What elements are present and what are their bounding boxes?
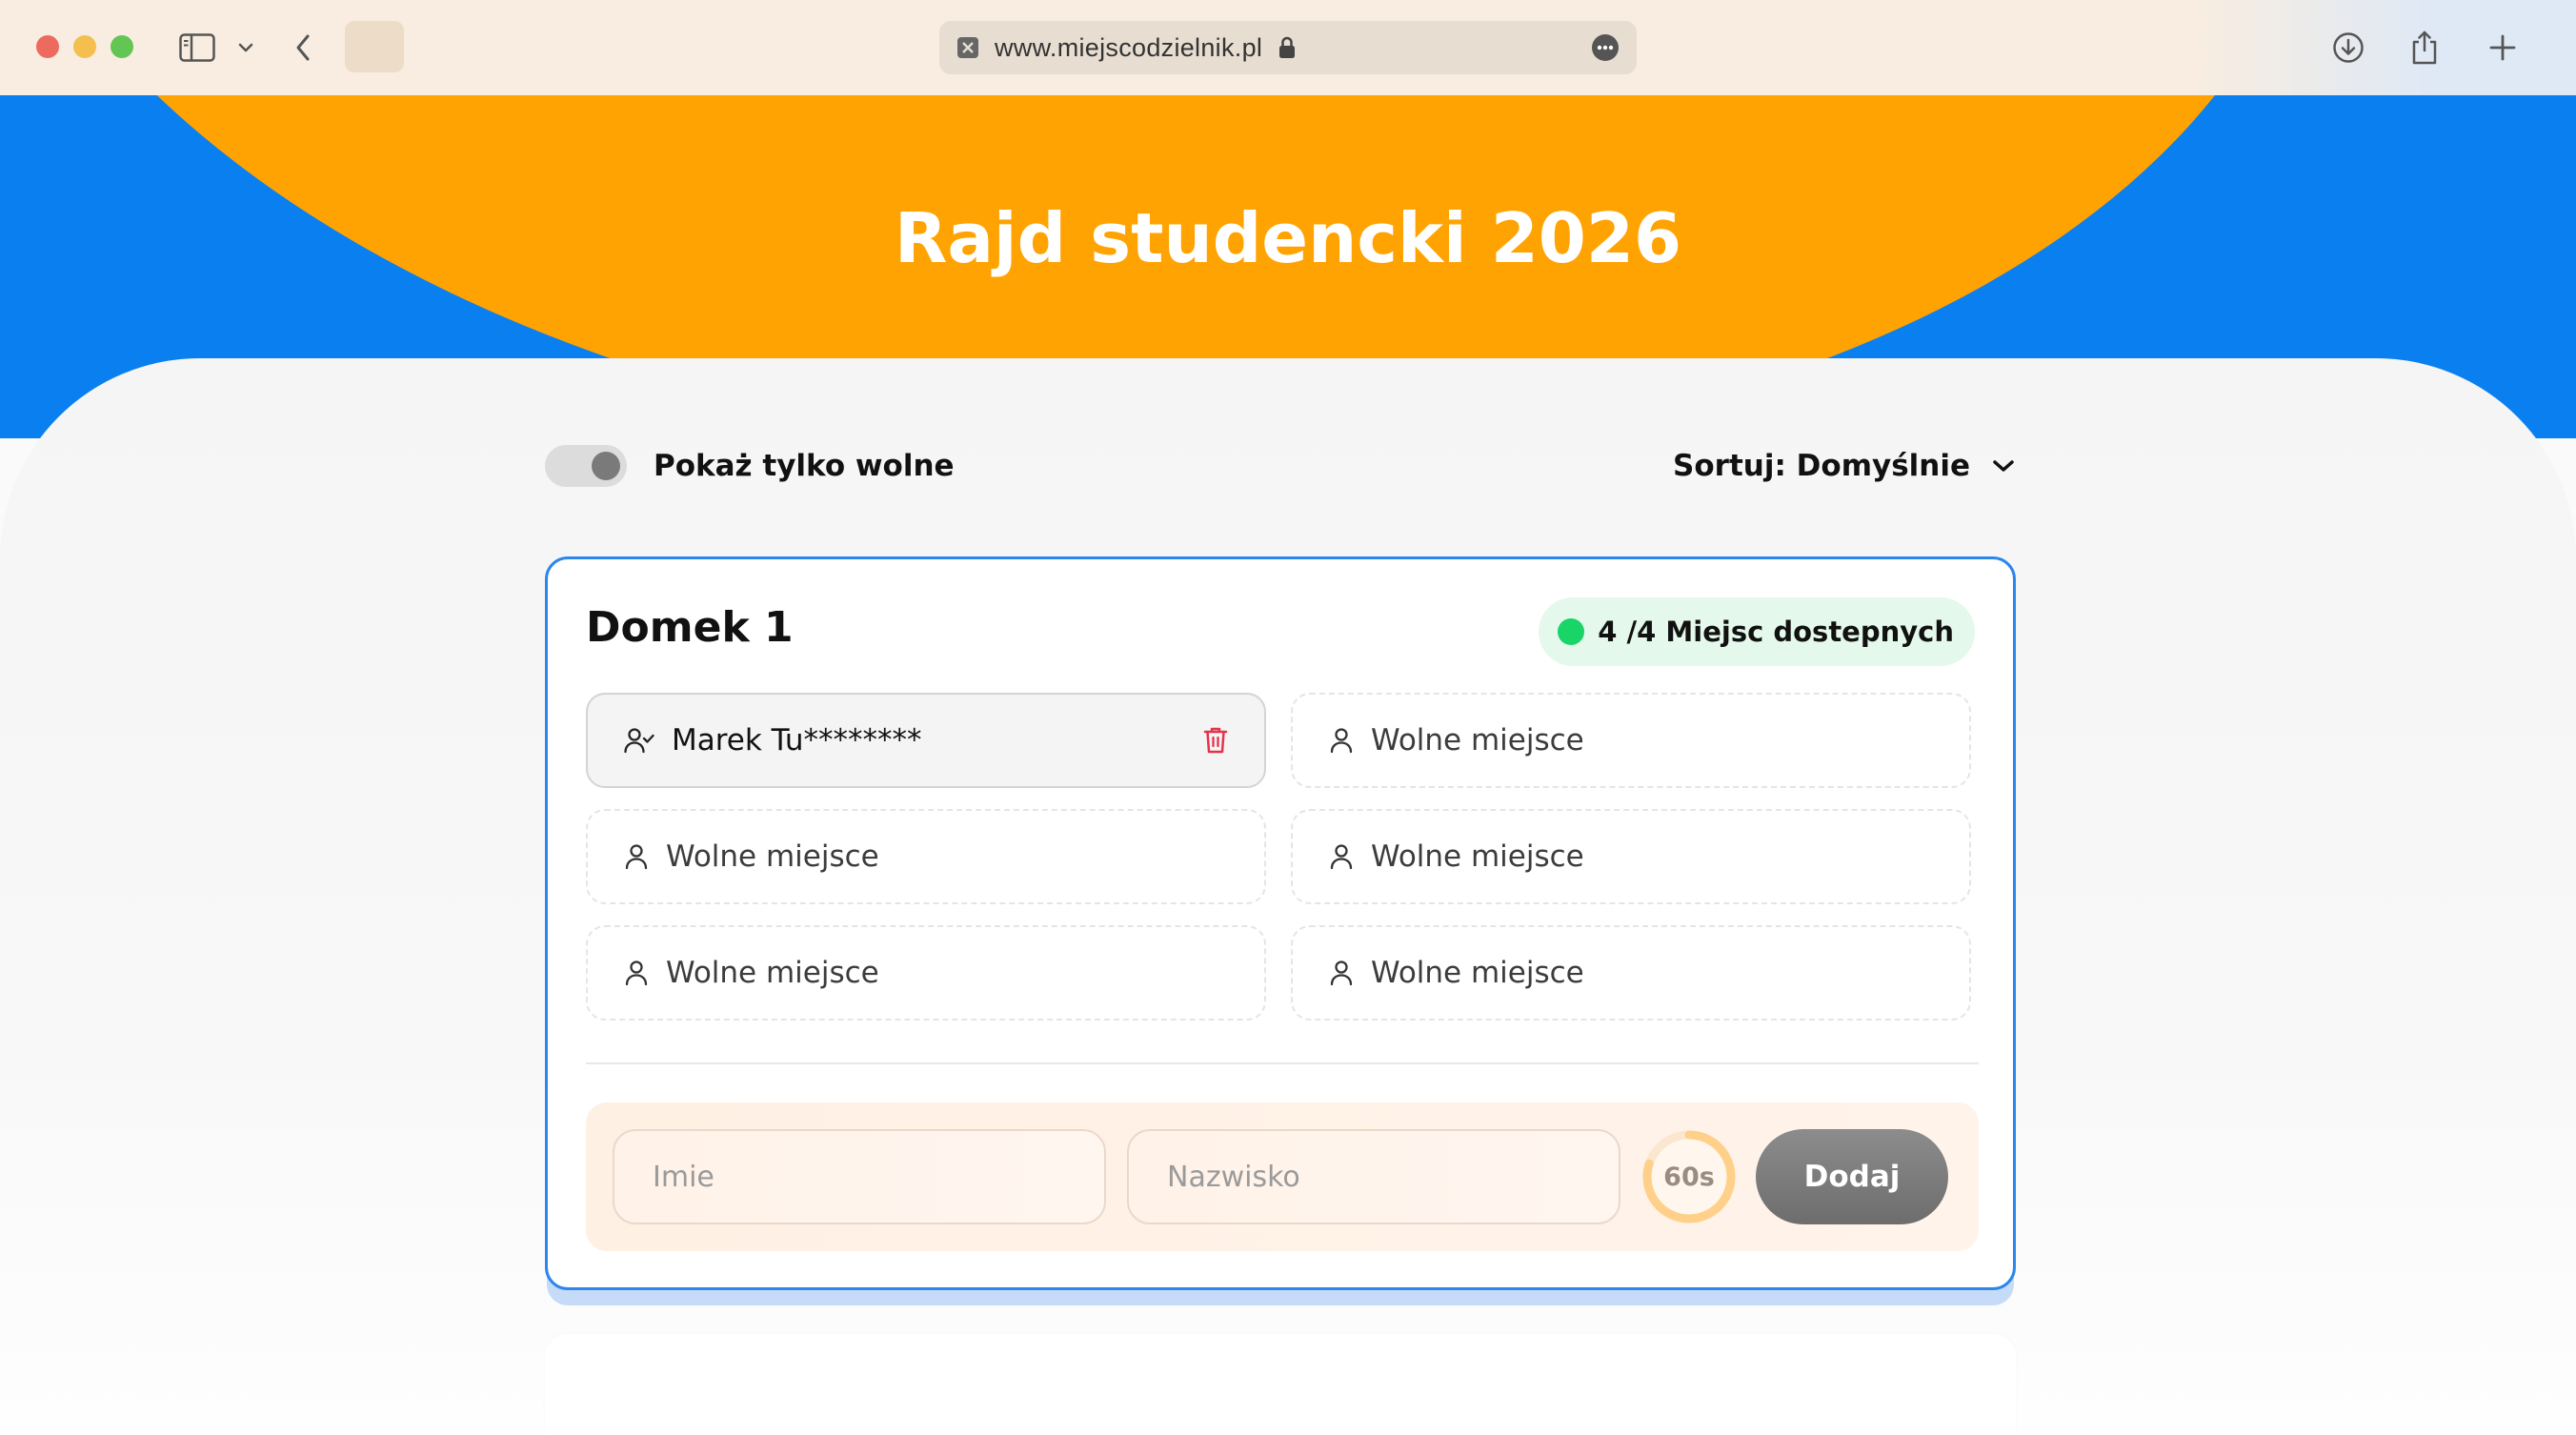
plus-icon: [2489, 34, 2516, 61]
divider: [586, 1062, 1979, 1064]
availability-text: 4 /4 Miejsc dostepnych: [1598, 616, 1954, 648]
slot-free[interactable]: Wolne miejsce: [1291, 809, 1971, 904]
chevron-left-icon: [296, 34, 310, 61]
address-bar[interactable]: www.miejscodzielnik.pl: [939, 21, 1637, 74]
tab-thumbnail[interactable]: [345, 21, 404, 72]
new-tab-button[interactable]: [2488, 27, 2517, 69]
chevron-down-icon: [238, 43, 253, 52]
availability-dot: [1558, 618, 1585, 645]
tab-groups-menu-button[interactable]: [232, 29, 259, 67]
show-only-free-toggle[interactable]: [545, 445, 627, 487]
slot-label: Wolne miejsce: [1371, 723, 1584, 758]
filter-bar: Pokaż tylko wolne Sortuj: Domyślnie: [545, 442, 2016, 490]
user-icon: [1330, 728, 1353, 754]
sort-dropdown[interactable]: Sortuj: Domyślnie: [1673, 449, 2016, 483]
download-icon: [2333, 32, 2364, 63]
share-button[interactable]: [2410, 27, 2439, 69]
chevron-down-icon: [1993, 460, 2014, 472]
zoom-window-button[interactable]: [111, 35, 133, 58]
sidebar-toggle-button[interactable]: [177, 29, 217, 67]
cabin-card: Domek 1 4 /4 Miejsc dostepnych Marek Tu*…: [545, 556, 2016, 1290]
user-icon: [625, 960, 648, 986]
show-only-free-label: Pokaż tylko wolne: [654, 449, 955, 483]
slot-free[interactable]: Wolne miejsce: [586, 925, 1266, 1021]
share-icon: [2412, 30, 2437, 65]
user-icon: [1330, 960, 1353, 986]
slot-label: Wolne miejsce: [666, 956, 879, 990]
slot-taken: Marek Tu********: [586, 693, 1266, 788]
sidebar-icon: [179, 33, 215, 62]
slot-occupant-name: Marek Tu********: [672, 723, 922, 758]
add-person-form: 60s Dodaj: [586, 1102, 1979, 1251]
slot-free[interactable]: Wolne miejsce: [1291, 925, 1971, 1021]
page-title: Rajd studencki 2026: [894, 198, 1682, 278]
toolbar-tint: [2195, 0, 2576, 95]
countdown-timer: 60s: [1640, 1127, 1739, 1226]
slot-free[interactable]: Wolne miejsce: [586, 809, 1266, 904]
lock-icon: [1279, 36, 1296, 58]
sort-label: Sortuj: Domyślnie: [1673, 449, 1970, 483]
downloads-button[interactable]: [2332, 27, 2365, 69]
timer-label: 60s: [1663, 1162, 1715, 1192]
user-icon: [625, 844, 648, 870]
slot-label: Wolne miejsce: [1371, 956, 1584, 990]
browser-toolbar: www.miejscodzielnik.pl: [0, 0, 2576, 95]
minimize-window-button[interactable]: [73, 35, 96, 58]
toggle-knob: [592, 452, 620, 480]
user-icon: [1330, 844, 1353, 870]
slot-label: Wolne miejsce: [1371, 839, 1584, 874]
trash-icon[interactable]: [1203, 726, 1228, 755]
close-window-button[interactable]: [36, 35, 59, 58]
site-favicon-icon: [957, 37, 978, 58]
add-button[interactable]: Dodaj: [1756, 1129, 1948, 1224]
availability-badge: 4 /4 Miejsc dostepnych: [1539, 597, 1975, 666]
slot-label: Wolne miejsce: [666, 839, 879, 874]
slot-free[interactable]: Wolne miejsce: [1291, 693, 1971, 788]
slot-grid: Marek Tu******** Wolne miejsce Wolne mie…: [586, 693, 1979, 1021]
cabin-title: Domek 1: [586, 603, 794, 652]
more-options-icon[interactable]: [1591, 33, 1620, 62]
url-text: www.miejscodzielnik.pl: [995, 32, 1263, 62]
back-button[interactable]: [286, 29, 320, 67]
next-cabin-card: [545, 1334, 2016, 1435]
user-check-icon: [624, 728, 654, 754]
first-name-input[interactable]: [613, 1129, 1106, 1224]
last-name-input[interactable]: [1127, 1129, 1620, 1224]
